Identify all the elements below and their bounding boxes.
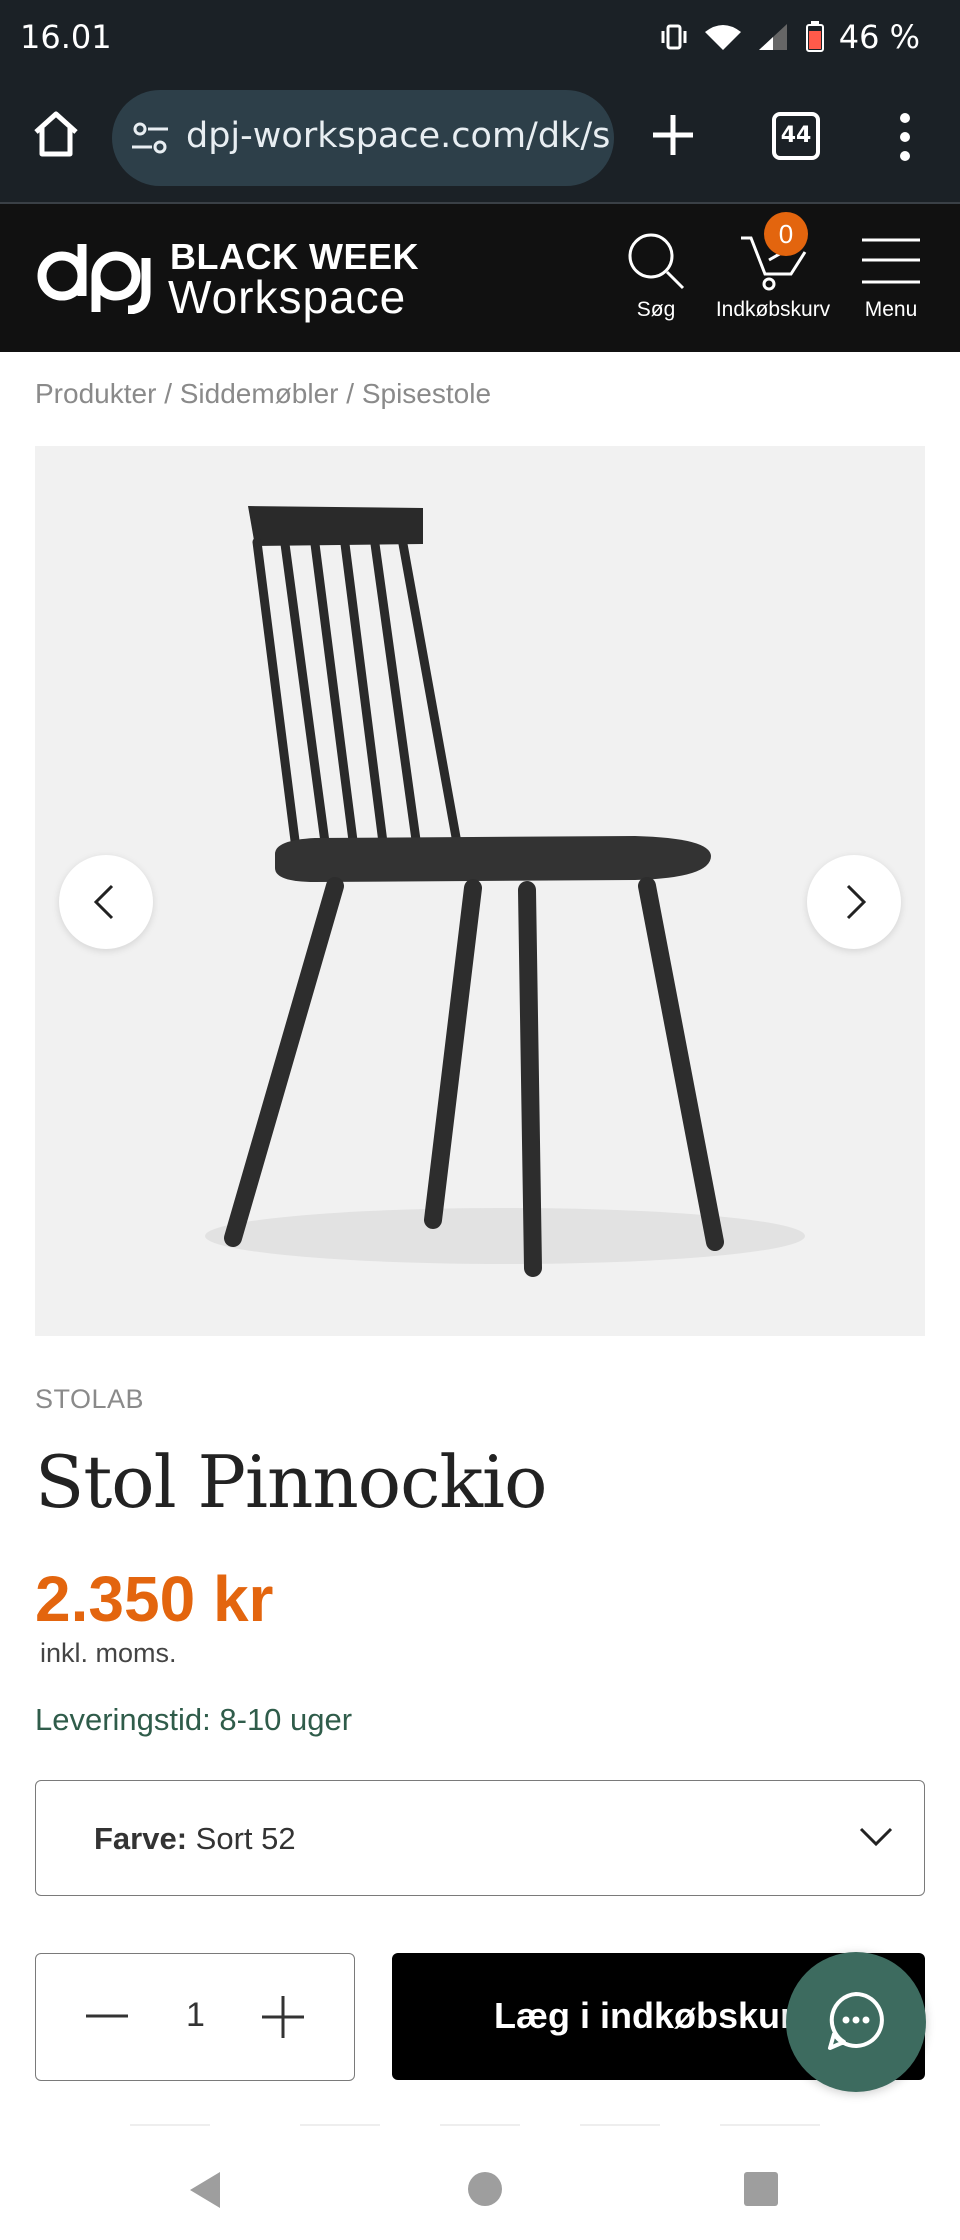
divider [440, 2124, 520, 2126]
dpj-logo[interactable] [34, 234, 164, 314]
address-bar[interactable]: dpj-workspace.com/dk/s [112, 90, 614, 186]
recents-icon[interactable] [744, 2172, 778, 2206]
quantity-stepper: 1 [35, 1953, 355, 2081]
menu-button[interactable]: Menu [856, 230, 926, 322]
product-title: Stol Pinnockio [35, 1440, 547, 1524]
plus-icon[interactable] [650, 112, 696, 158]
signal-icon [758, 24, 787, 50]
back-icon[interactable] [186, 2170, 222, 2210]
vat-note: inkl. moms. [40, 1638, 177, 1668]
breadcrumb-separator: / [164, 378, 172, 409]
breadcrumb-item-produkter[interactable]: Produkter [35, 378, 156, 409]
product-price: 2.350 kr [35, 1563, 274, 1635]
home-icon[interactable] [30, 108, 82, 160]
breadcrumb: Produkter / Siddemøbler / Spisestole [35, 378, 491, 410]
brand-name: Workspace [168, 271, 407, 323]
product-brand[interactable]: STOLAB [35, 1384, 144, 1415]
color-select-label: Farve: [94, 1821, 188, 1856]
product-image[interactable] [35, 446, 925, 1336]
vibrate-icon [661, 24, 687, 50]
tabs-icon[interactable]: 44 [772, 112, 820, 160]
status-bar: 16.01 46 % [0, 0, 960, 78]
breadcrumb-separator: / [346, 378, 355, 409]
site-header: BLACK WEEK Workspace Søg Indkøbskurv Men… [0, 204, 960, 352]
cart-label: Indkøbskurv [715, 298, 831, 321]
quantity-value[interactable]: 1 [186, 1996, 205, 2035]
system-nav-bar [0, 2140, 960, 2240]
menu-label: Menu [864, 298, 918, 321]
menu-icon [862, 238, 920, 284]
image-prev-button[interactable] [59, 855, 153, 949]
search-button[interactable]: Søg [620, 230, 692, 322]
divider [580, 2124, 660, 2126]
chevron-left-icon [93, 884, 114, 920]
chevron-right-icon [846, 884, 867, 920]
status-icons: 46 % [659, 18, 920, 56]
chat-button[interactable] [786, 1952, 926, 2092]
delivery-time: Leveringstid: 8-10 uger [35, 1702, 353, 1737]
image-next-button[interactable] [807, 855, 901, 949]
color-select[interactable]: Farve: Sort 52 [35, 1780, 925, 1896]
tune-icon[interactable] [130, 118, 170, 158]
browser-toolbar: dpj-workspace.com/dk/s 44 [0, 78, 960, 204]
search-icon [628, 233, 685, 290]
chevron-down-icon [859, 1827, 893, 1847]
wifi-icon [704, 25, 741, 50]
color-select-text: Farve: Sort 52 [94, 1821, 296, 1857]
chair-illustration [205, 506, 805, 1277]
color-select-value: Sort 52 [195, 1821, 296, 1856]
divider [300, 2124, 380, 2126]
divider [720, 2124, 820, 2126]
add-to-cart-label: Læg i indkøbskurv [494, 1995, 815, 2036]
minus-icon[interactable] [84, 2004, 130, 2028]
plus-icon[interactable] [260, 1994, 306, 2040]
home-circle-icon[interactable] [468, 2172, 502, 2206]
cart-count-badge: 0 [764, 212, 808, 256]
battery-icon [805, 21, 824, 52]
more-vert-icon[interactable] [890, 112, 920, 162]
url-text[interactable]: dpj-workspace.com/dk/s [186, 116, 610, 156]
chat-icon [828, 1992, 884, 2050]
search-label: Søg [636, 298, 676, 321]
status-time: 16.01 [20, 18, 112, 56]
breadcrumb-item-spisestole[interactable]: Spisestole [362, 378, 491, 409]
breadcrumb-item-siddemobler[interactable]: Siddemøbler [180, 378, 339, 409]
battery-percent: 46 % [838, 18, 920, 56]
divider [130, 2124, 210, 2126]
